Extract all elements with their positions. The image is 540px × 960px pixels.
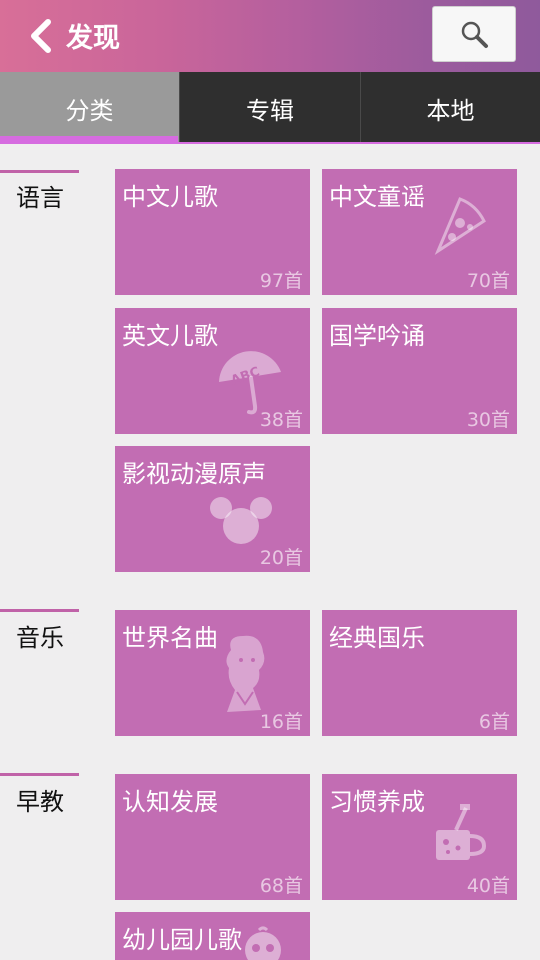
tab-category[interactable]: 分类 xyxy=(0,72,179,144)
toothbrush-cup-icon xyxy=(436,804,487,860)
tile-chinese-rhymes[interactable]: 中文童谣 70首 xyxy=(322,169,517,295)
tile-english-songs[interactable]: 英文儿歌 ABC 38首 xyxy=(115,308,310,434)
tile-name: 经典国乐 xyxy=(329,624,425,652)
tile-film-animation[interactable]: 影视动漫原声 20首 xyxy=(115,446,310,572)
tile-name: 英文儿歌 xyxy=(122,322,218,350)
tab-bar: 分类 专辑 本地 xyxy=(0,72,540,144)
back-arrow-icon[interactable] xyxy=(28,18,56,54)
section-divider xyxy=(0,609,79,612)
tile-count: 30首 xyxy=(466,409,510,431)
tile-name: 认知发展 xyxy=(122,788,218,816)
tile-count: 20首 xyxy=(259,547,303,569)
tile-name: 中文童谣 xyxy=(329,183,425,211)
tile-count: 16首 xyxy=(259,711,303,733)
tile-count: 40首 xyxy=(466,875,510,897)
tile-habit-building[interactable]: 习惯养成 40首 xyxy=(322,774,517,900)
tile-world-classics[interactable]: 世界名曲 16首 xyxy=(115,610,310,736)
section-label-language: 语言 xyxy=(16,184,64,212)
section-label-music: 音乐 xyxy=(16,624,64,652)
tab-local[interactable]: 本地 xyxy=(361,72,540,144)
tab-album[interactable]: 专辑 xyxy=(180,72,360,144)
tile-name: 中文儿歌 xyxy=(122,183,218,211)
pizza-icon xyxy=(434,197,486,255)
tile-count: 68首 xyxy=(259,875,303,897)
tile-count: 38首 xyxy=(259,409,303,431)
section-label-early-education: 早教 xyxy=(16,788,64,816)
section-divider xyxy=(0,170,79,173)
search-icon xyxy=(461,21,488,48)
mouse-ears-icon xyxy=(210,497,272,544)
tile-name: 国学吟诵 xyxy=(329,322,425,350)
tile-name: 习惯养成 xyxy=(329,788,425,816)
tile-traditional-music[interactable]: 经典国乐 6首 xyxy=(322,610,517,736)
tile-classical-recitation[interactable]: 国学吟诵 30首 xyxy=(322,308,517,434)
section-divider xyxy=(0,773,79,776)
tile-cognitive-development[interactable]: 认知发展 68首 xyxy=(115,774,310,900)
tile-chinese-songs[interactable]: 中文儿歌 97首 xyxy=(115,169,310,295)
tile-name: 世界名曲 xyxy=(122,624,218,652)
tile-name: 影视动漫原声 xyxy=(122,460,266,488)
tab-underline xyxy=(0,142,540,144)
search-button[interactable] xyxy=(432,6,516,62)
tile-count: 6首 xyxy=(478,711,510,733)
tile-kindergarten-songs[interactable]: 幼儿园儿歌 xyxy=(115,912,310,960)
title-bar: 发现 xyxy=(0,0,540,72)
page-title: 发现 xyxy=(66,23,120,54)
tile-count: 97首 xyxy=(259,270,303,292)
tile-count: 70首 xyxy=(466,270,510,292)
tile-name: 幼儿园儿歌 xyxy=(122,926,242,954)
baby-face-icon xyxy=(245,926,281,960)
composer-portrait-icon xyxy=(226,635,265,712)
